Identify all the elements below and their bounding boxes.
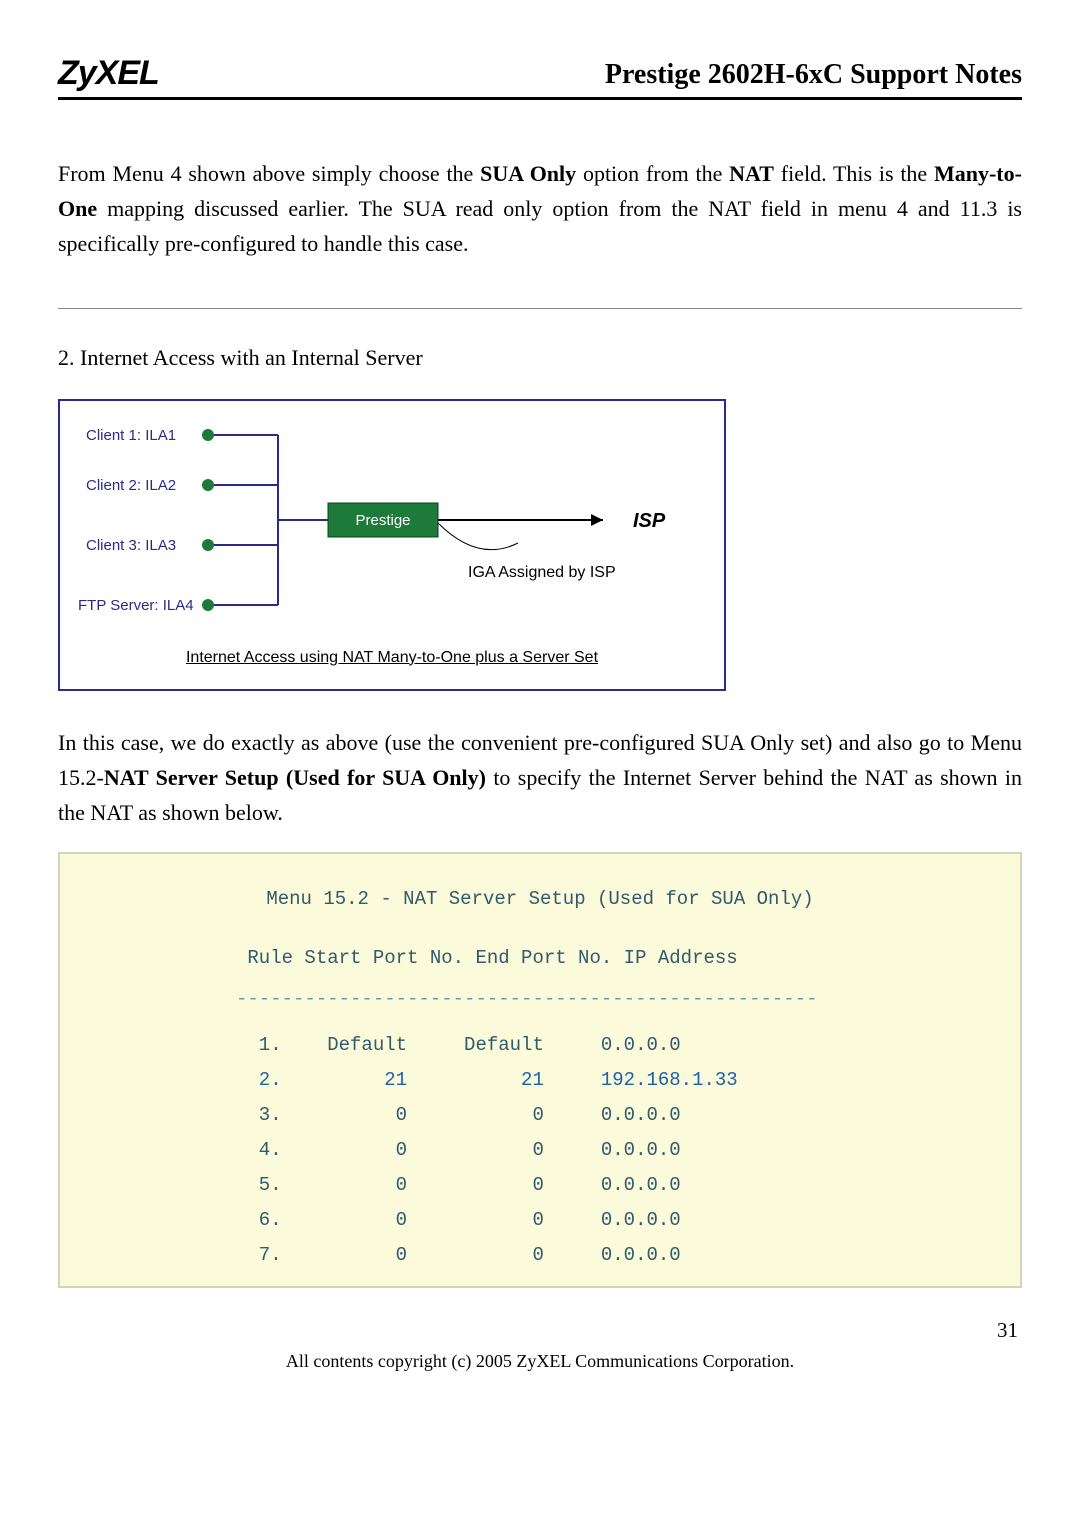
intro-paragraph: From Menu 4 shown above simply choose th…	[58, 156, 1022, 262]
table-row: 4. 0 0 0.0.0.0	[236, 1133, 1002, 1168]
diagram-caption: Internet Access using NAT Many-to-One pl…	[78, 649, 706, 667]
table-row: 3. 0 0 0.0.0.0	[236, 1098, 1002, 1133]
text: From Menu 4 shown above simply choose th…	[58, 161, 480, 186]
page-number: 31	[58, 1318, 1022, 1343]
terminal-menu: Menu 15.2 - NAT Server Setup (Used for S…	[58, 852, 1022, 1287]
body-paragraph-2: In this case, we do exactly as above (us…	[58, 725, 1022, 831]
logo: ZyXEL	[58, 54, 159, 93]
client1-label: Client 1: ILA1	[86, 427, 176, 444]
terminal-title: Menu 15.2 - NAT Server Setup (Used for S…	[78, 882, 1002, 917]
router-label: Prestige	[355, 512, 410, 529]
terminal-columns: Rule Start Port No. End Port No. IP Addr…	[236, 941, 1002, 976]
ftp-label: FTP Server: ILA4	[78, 597, 194, 614]
client2-label: Client 2: ILA2	[86, 477, 176, 494]
table-row: 6. 0 0 0.0.0.0	[236, 1203, 1002, 1238]
client3-label: Client 3: ILA3	[86, 537, 176, 554]
text-bold: NAT	[729, 161, 774, 186]
section-divider	[58, 308, 1022, 309]
isp-label: ISP	[633, 510, 666, 532]
iga-label: IGA Assigned by ISP	[468, 564, 616, 581]
terminal-table: Rule Start Port No. End Port No. IP Addr…	[236, 941, 1002, 1273]
text: option from the	[576, 161, 729, 186]
text-bold: NAT Server Setup (Used for SUA Only)	[104, 765, 486, 790]
table-row: 1. Default Default 0.0.0.0	[236, 1028, 1002, 1063]
text: mapping discussed earlier. The SUA read …	[58, 196, 1022, 256]
section-2-title: 2. Internet Access with an Internal Serv…	[58, 345, 1022, 371]
network-diagram: Client 1: ILA1 Client 2: ILA2 Client 3: …	[58, 399, 726, 691]
text-bold: SUA Only	[480, 161, 576, 186]
copyright: All contents copyright (c) 2005 ZyXEL Co…	[58, 1351, 1022, 1372]
table-row: 2. 21 21 192.168.1.33	[236, 1063, 1002, 1098]
page-header: ZyXEL Prestige 2602H-6xC Support Notes	[58, 54, 1022, 100]
text: field. This is the	[774, 161, 934, 186]
terminal-rule: ----------------------------------------…	[236, 982, 1002, 1017]
diagram-svg: Client 1: ILA1 Client 2: ILA2 Client 3: …	[78, 415, 708, 635]
table-row: 5. 0 0 0.0.0.0	[236, 1168, 1002, 1203]
document-title: Prestige 2602H-6xC Support Notes	[605, 59, 1022, 93]
table-row: 7. 0 0 0.0.0.0	[236, 1238, 1002, 1273]
